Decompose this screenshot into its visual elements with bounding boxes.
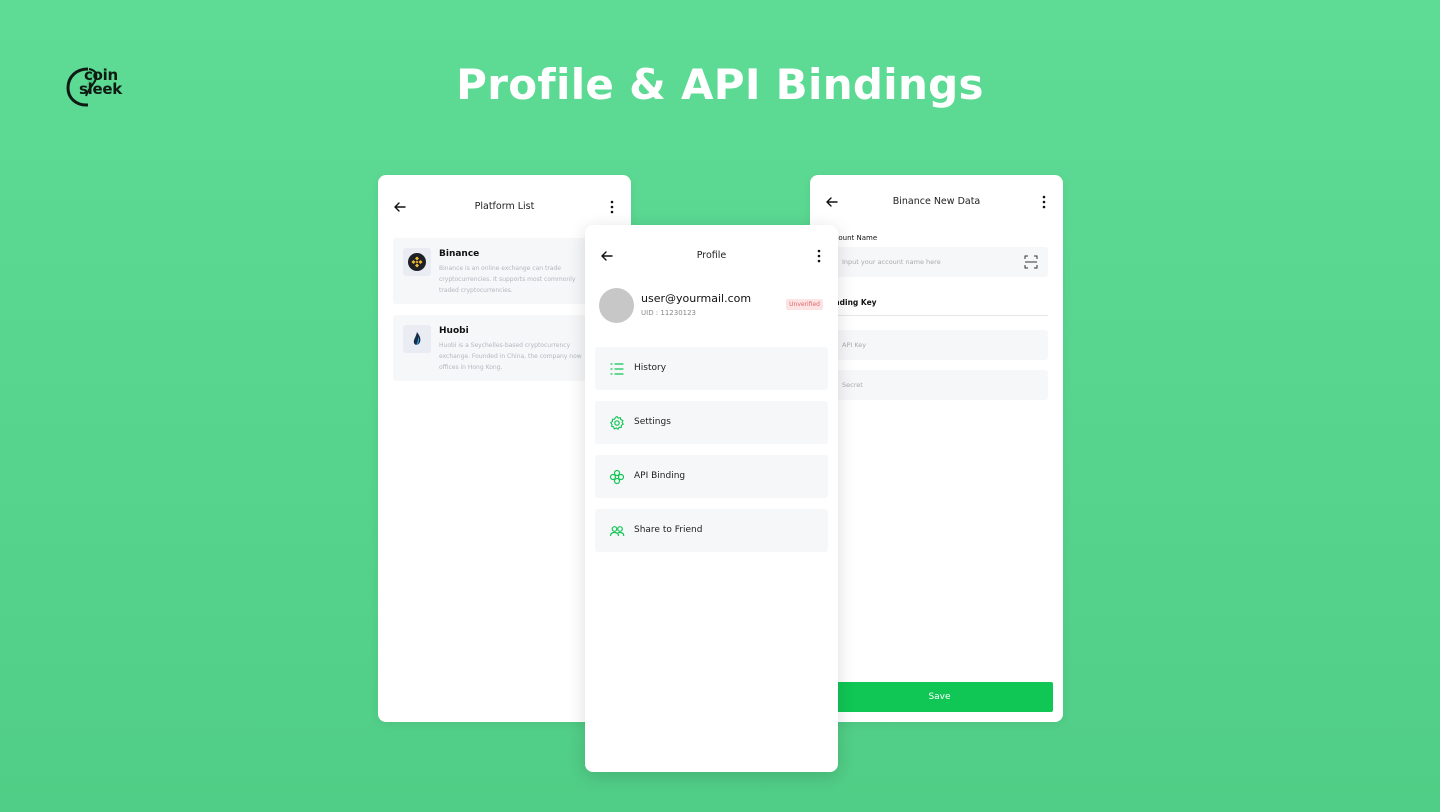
account-name-input[interactable]: Input your account name here (826, 247, 1048, 277)
platform-description: Huobi is a Seychelles-based cryptocurren… (439, 342, 582, 371)
menu-item-label: Share to Friend (634, 525, 703, 535)
platform-list-topbar: Platform List (378, 199, 631, 219)
users-icon (609, 526, 625, 537)
scan-icon[interactable] (1024, 255, 1038, 269)
link-icon (609, 469, 625, 485)
avatar[interactable] (599, 288, 634, 323)
menu-item-settings[interactable]: Settings (595, 401, 828, 444)
more-vertical-icon[interactable] (605, 199, 619, 215)
save-button[interactable]: Save (826, 682, 1053, 712)
gear-icon (610, 415, 624, 430)
hero-title: Profile & API Bindings (456, 60, 984, 109)
binance-form-topbar: Binance New Data (810, 194, 1063, 214)
screen-title: Profile (696, 250, 727, 261)
screen-title: Binance New Data (892, 196, 981, 207)
user-uid: UID : 11230123 (641, 309, 697, 317)
menu-item-label: History (634, 363, 667, 373)
account-name-placeholder: Input your account name here (842, 258, 941, 266)
user-email: user@yourmail.com (641, 292, 752, 305)
profile-topbar: Profile (585, 248, 838, 268)
api-key-input[interactable]: API Key (826, 330, 1048, 360)
list-icon (610, 363, 624, 375)
menu-item-label: API Binding (634, 471, 686, 481)
api-key-placeholder: API Key (842, 341, 867, 349)
platform-description: Binance is an online exchange can trade … (439, 265, 576, 294)
binance-new-data-screen: Binance New Data Account Name Input your… (810, 175, 1063, 722)
profile-screen: Profile user@yourmail.com UID : 11230123… (585, 225, 838, 772)
secret-placeholder: Secret (842, 381, 863, 389)
secret-input[interactable]: Secret (826, 370, 1048, 400)
more-vertical-icon[interactable] (1037, 194, 1051, 210)
menu-item-share[interactable]: Share to Friend (595, 509, 828, 552)
menu-item-history[interactable]: History (595, 347, 828, 390)
platform-name: Huobi (439, 326, 469, 336)
menu-item-api-binding[interactable]: API Binding (595, 455, 828, 498)
platform-name: Binance (439, 249, 480, 259)
status-badge: Unverified (786, 299, 823, 310)
section-divider (826, 315, 1048, 316)
huobi-logo-icon (403, 325, 431, 353)
screen-title: Platform List (474, 201, 535, 212)
more-vertical-icon[interactable] (812, 248, 826, 264)
menu-item-label: Settings (634, 417, 671, 427)
binance-logo-icon (403, 248, 431, 276)
